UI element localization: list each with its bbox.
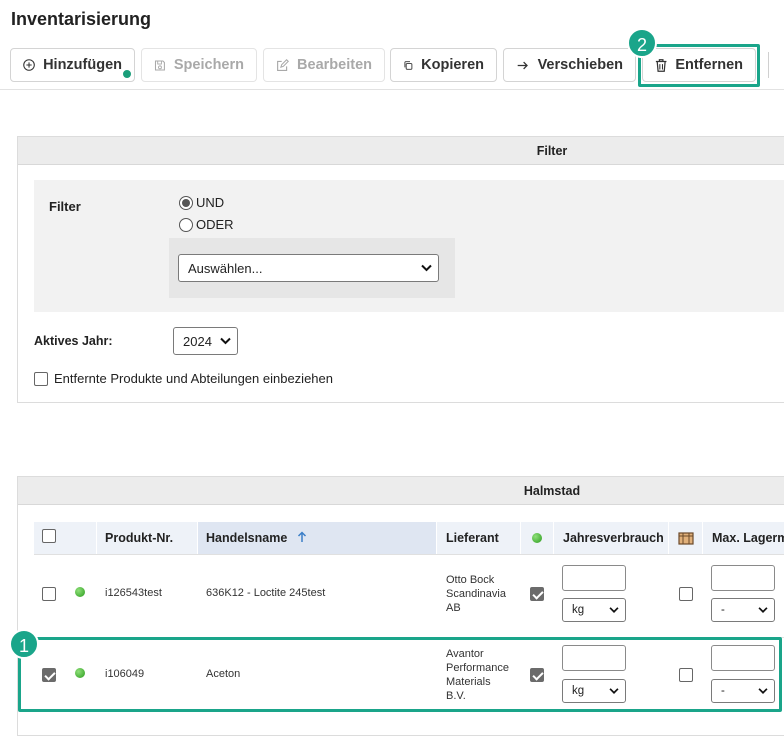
chevron-down-icon: [220, 337, 231, 345]
radio-und-label: UND: [196, 195, 225, 210]
save-button-label: Speichern: [173, 57, 244, 73]
row-1-unit-select[interactable]: kg: [562, 598, 626, 622]
column-supplier[interactable]: Lieferant: [437, 522, 520, 554]
column-product-no[interactable]: Produkt-Nr.: [97, 522, 197, 554]
add-button[interactable]: Hinzufügen: [10, 48, 135, 82]
save-icon: [154, 60, 165, 70]
supplier-line: Scandinavia: [446, 588, 506, 600]
callout-2: 2: [627, 28, 657, 58]
column-annual-usage[interactable]: Jahresverbrauch: [554, 522, 668, 554]
radio-oder-label: ODER: [196, 217, 234, 232]
edit-icon: [277, 58, 289, 71]
filter-box: Filter UND ODER Auswählen...: [34, 180, 784, 312]
column-status: [521, 522, 553, 554]
column-annual-usage-label: Jahresverbrauch: [563, 531, 664, 545]
arrow-right-icon: [517, 61, 528, 69]
column-max-stock-label: Max. Lagerm: [712, 531, 784, 545]
remove-button-highlight: [638, 44, 760, 87]
edit-button-label: Bearbeiten: [297, 57, 372, 73]
column-trade-name-label: Handelsname: [206, 531, 288, 545]
column-trade-name[interactable]: Handelsname: [198, 522, 436, 554]
column-box: [669, 522, 702, 554]
add-button-label: Hinzufügen: [43, 57, 122, 73]
active-year-value: 2024: [183, 333, 212, 349]
chevron-down-icon: [758, 607, 768, 613]
supplier-line: AB: [446, 602, 461, 614]
box-icon: [678, 532, 694, 545]
radio-oder[interactable]: ODER: [179, 217, 234, 232]
table-panel-header: Halmstad: [18, 477, 784, 505]
row-1-flag-checkbox[interactable]: [679, 587, 693, 601]
radio-und[interactable]: UND: [179, 195, 224, 210]
row-divider: [34, 554, 784, 555]
move-button[interactable]: Verschieben: [503, 48, 636, 82]
row-1-trade-name: 636K12 - Loctite 245test: [206, 587, 326, 599]
sort-up-icon: [297, 531, 306, 542]
row-1-supplier: Otto Bock Scandinavia AB: [446, 573, 506, 615]
row-1-unit-value: kg: [572, 604, 585, 616]
copy-button-label: Kopieren: [421, 57, 484, 73]
page-title: Inventarisierung: [11, 9, 152, 29]
row-1-max-stock-input[interactable]: [711, 565, 775, 591]
filter-select-value: Auswählen...: [188, 260, 263, 276]
filter-select-wrap: Auswählen...: [169, 238, 455, 298]
green-status-icon: [75, 587, 85, 597]
filter-panel-header: Filter: [18, 137, 784, 165]
row-1-approved-checkbox[interactable]: [530, 587, 544, 601]
green-status-icon: [532, 533, 542, 543]
row-1-annual-usage-input[interactable]: [562, 565, 626, 591]
radio-und-control[interactable]: [179, 195, 193, 210]
filter-label: Filter: [49, 199, 81, 214]
column-product-no-label: Produkt-Nr.: [105, 531, 174, 545]
row-highlight: [18, 637, 782, 712]
chevron-down-icon: [421, 264, 432, 272]
row-1-max-unit-value: -: [721, 604, 725, 616]
include-removed-label: Entfernte Produkte und Abteilungen einbe…: [54, 371, 333, 386]
move-button-label: Verschieben: [537, 57, 623, 73]
supplier-line: Otto Bock: [446, 574, 495, 586]
callout-1: 1: [9, 629, 39, 659]
column-max-stock[interactable]: Max. Lagerm: [703, 522, 784, 554]
info-badge-icon: [122, 69, 132, 79]
radio-oder-control[interactable]: [179, 217, 193, 232]
row-1-max-unit-select[interactable]: -: [711, 598, 775, 622]
row-1-product-no: i126543test: [105, 587, 162, 599]
save-button[interactable]: Speichern: [141, 48, 257, 82]
copy-button[interactable]: Kopieren: [390, 48, 497, 82]
filter-panel: Filter Filter UND ODER Auswählen... Akti…: [17, 136, 784, 403]
select-all-checkbox[interactable]: [42, 529, 56, 543]
active-year-select[interactable]: 2024: [173, 327, 238, 355]
filter-select[interactable]: Auswählen...: [178, 254, 439, 282]
active-year-label: Aktives Jahr:: [34, 334, 113, 348]
plus-circle-icon: [23, 59, 35, 71]
toolbar-divider: [0, 89, 784, 90]
row-1-checkbox[interactable]: [42, 587, 56, 601]
edit-button[interactable]: Bearbeiten: [263, 48, 385, 82]
toolbar-separator: [768, 52, 769, 78]
copy-icon: [404, 60, 413, 70]
include-removed-checkbox[interactable]: [34, 372, 48, 386]
chevron-down-icon: [609, 607, 619, 613]
column-supplier-label: Lieferant: [446, 531, 499, 545]
